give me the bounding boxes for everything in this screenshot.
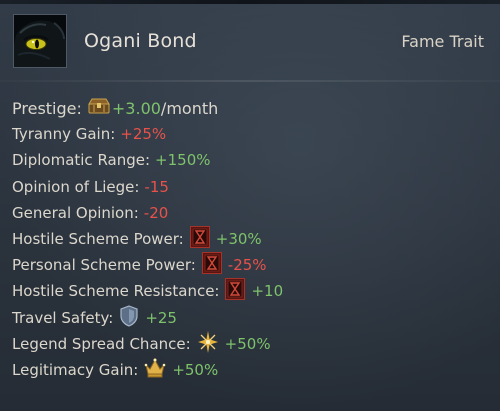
stat-label: Legitimacy Gain:	[12, 360, 139, 379]
header-divider	[0, 80, 500, 82]
trait-title: Ogani Bond	[84, 30, 197, 52]
modifier-list: Prestige: +3.00 /month Tyranny Gain: +25…	[12, 95, 492, 383]
stat-label: Hostile Scheme Resistance:	[12, 282, 220, 301]
crown-icon	[144, 357, 166, 383]
stat-value: -20	[143, 203, 169, 222]
stat-legitimacy-gain: Legitimacy Gain: +50%	[12, 357, 492, 383]
stat-prestige: Prestige: +3.00 /month	[12, 95, 492, 121]
stat-opinion-of-liege: Opinion of Liege: -15	[12, 174, 492, 200]
stat-tyranny-gain: Tyranny Gain: +25%	[12, 121, 492, 147]
stat-value: -15	[144, 177, 169, 196]
stat-label: Opinion of Liege:	[12, 177, 140, 196]
stat-diplomatic-range: Diplomatic Range: +150%	[12, 147, 492, 173]
stat-suffix: /month	[160, 98, 219, 118]
stat-legend-spread-chance: Legend Spread Chance: +50%	[12, 330, 492, 357]
stat-value: +150%	[155, 151, 211, 170]
star-burst-icon	[197, 330, 219, 357]
stat-value: +25	[145, 308, 177, 327]
stat-label: Travel Safety:	[12, 308, 114, 327]
shield-icon	[119, 304, 139, 331]
stat-label: General Opinion:	[12, 203, 139, 222]
stat-value: +25%	[120, 125, 167, 144]
stat-value: +50%	[172, 360, 219, 379]
hourglass-scheme-icon	[225, 278, 246, 304]
stat-label: Diplomatic Range:	[12, 151, 151, 170]
hourglass-scheme-icon	[189, 226, 210, 252]
trait-type: Fame Trait	[401, 32, 484, 51]
stat-label: Personal Scheme Power:	[12, 256, 196, 275]
stat-label: Tyranny Gain:	[12, 125, 116, 144]
stat-value: +50%	[224, 334, 271, 353]
stat-travel-safety: Travel Safety: +25	[12, 304, 492, 331]
hourglass-scheme-icon	[201, 252, 222, 278]
stat-value: +3.00	[111, 98, 161, 118]
stat-label: Hostile Scheme Power:	[12, 230, 184, 249]
stat-hostile-scheme-power: Hostile Scheme Power: +30%	[12, 226, 492, 252]
stat-label: Legend Spread Chance:	[12, 334, 191, 353]
prestige-chest-icon	[88, 98, 110, 118]
stat-value: -25%	[227, 256, 267, 275]
stat-value: +30%	[215, 230, 262, 249]
stat-personal-scheme-power: Personal Scheme Power: -25%	[12, 252, 492, 278]
stat-value: +10	[251, 282, 284, 301]
stat-hostile-scheme-resistance: Hostile Scheme Resistance: +10	[12, 278, 492, 304]
trait-tooltip: Ogani Bond Fame Trait Prestige: +3.00 /m…	[0, 0, 500, 411]
stat-general-opinion: General Opinion: -20	[12, 200, 492, 226]
black-panther-eye-icon	[13, 14, 67, 68]
tooltip-top-edge	[0, 0, 500, 4]
stat-label: Prestige:	[12, 98, 82, 118]
